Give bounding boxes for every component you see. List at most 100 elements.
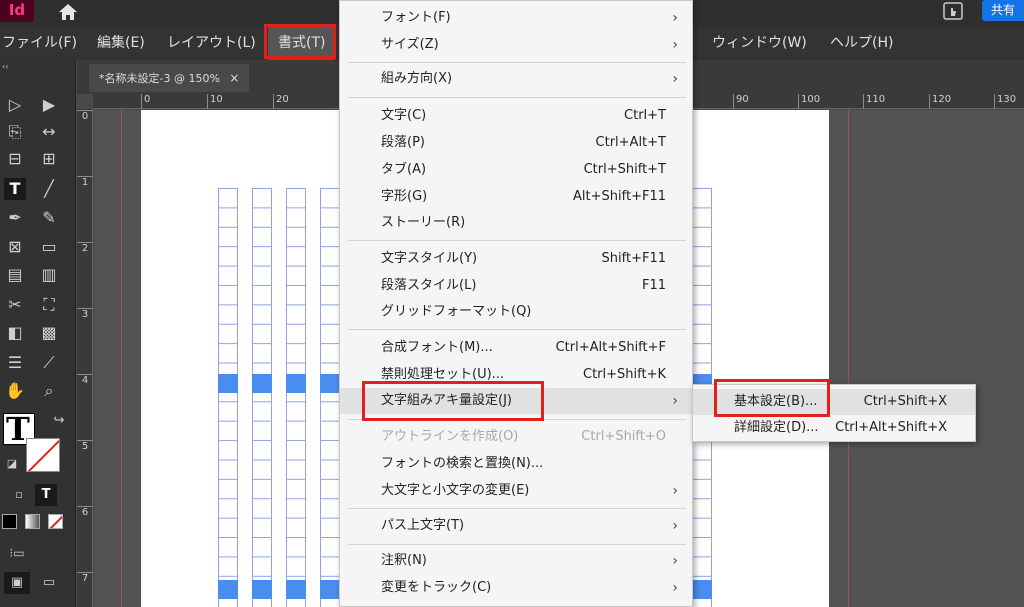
menu-window[interactable]: ウィンドウ(W): [712, 26, 807, 60]
gradient-feather-tool-icon[interactable]: ▩: [38, 322, 60, 344]
submenu-arrow-icon: ›: [672, 393, 678, 409]
format-menu-dropdown: フォント(F) › サイズ(Z) › 組み方向(X) › 文字(C) Ctrl+T 段落…: [339, 0, 693, 607]
submenu-arrow-icon: ›: [672, 580, 678, 596]
zoom-tool-icon[interactable]: ⌕: [38, 380, 60, 402]
menu-item-kinsoku-sets[interactable]: 禁則処理セット(U)... Ctrl+Shift+K: [340, 362, 692, 388]
vertical-grid-tool-icon[interactable]: ▥: [38, 264, 60, 286]
pen-tool-icon[interactable]: ✒: [4, 207, 26, 229]
ruler-label: 130: [994, 94, 1016, 109]
apply-color-icon[interactable]: [2, 514, 17, 529]
home-icon[interactable]: [58, 3, 78, 21]
selection-tool-icon[interactable]: ▷: [4, 94, 26, 116]
line-tool-icon[interactable]: ╱: [38, 178, 60, 200]
formatting-container-icon[interactable]: ▫: [8, 484, 30, 506]
menu-item-composite-fonts[interactable]: 合成フォント(M)... Ctrl+Alt+Shift+F: [340, 335, 692, 361]
submenu-arrow-icon: ›: [672, 37, 678, 53]
ruler-label: 100: [798, 94, 820, 109]
mojikumi-submenu: 基本設定(B)... Ctrl+Shift+X 詳細設定(D)... Ctrl+Al…: [692, 384, 976, 442]
menu-separator: [348, 419, 686, 420]
menu-item-character-styles[interactable]: 文字スタイル(Y) Shift+F11: [340, 246, 692, 272]
menu-item-mojikumi[interactable]: 文字組みアキ量設定(J) ›: [340, 388, 692, 414]
menu-item-story[interactable]: ストーリー(R): [340, 210, 692, 236]
grid-cell-filled: [286, 374, 306, 393]
collapse-panel-icon[interactable]: ‹‹: [2, 62, 8, 71]
normal-view-mode-icon[interactable]: ▣: [4, 572, 30, 594]
grid-column: [286, 188, 306, 607]
grid-column: [320, 188, 340, 607]
apply-none-icon[interactable]: [48, 514, 63, 529]
hand-tool-icon[interactable]: ✋: [4, 380, 26, 402]
menu-item-tabs[interactable]: タブ(A) Ctrl+Shift+T: [340, 157, 692, 183]
scissors-tool-icon[interactable]: ✂: [4, 294, 26, 316]
content-placer-icon[interactable]: ⊞: [38, 148, 60, 170]
gap-tool-icon[interactable]: ↔: [38, 121, 60, 143]
document-tab-title: *名称未設定-3 @ 150%: [99, 72, 220, 85]
ruler-label: 6: [77, 506, 93, 519]
horizontal-grid-tool-icon[interactable]: ▤: [4, 264, 26, 286]
grid-cell-filled: [218, 580, 238, 599]
menu-item-text-direction[interactable]: 組み方向(X) ›: [340, 66, 692, 92]
stroke-swatch[interactable]: [26, 438, 60, 472]
default-fill-stroke-icon[interactable]: ◪: [1, 453, 23, 475]
apply-gradient-icon[interactable]: [25, 514, 40, 529]
submenu-item-basic-settings[interactable]: 基本設定(B)... Ctrl+Shift+X: [693, 389, 975, 415]
note-tool-icon[interactable]: ☰: [4, 352, 26, 374]
ruler-label: 20: [273, 94, 289, 109]
vertical-ruler[interactable]: 0 1 2 3 4 5 6 7: [77, 109, 93, 607]
free-transform-tool-icon[interactable]: ⛶: [38, 294, 60, 316]
menu-item-change-case[interactable]: 大文字と小文字の変更(E) ›: [340, 478, 692, 504]
swap-fill-stroke-icon[interactable]: ↪: [48, 410, 70, 432]
menu-item-type-on-path[interactable]: パス上文字(T) ›: [340, 513, 692, 539]
content-collector-icon[interactable]: ⊟: [4, 148, 26, 170]
screen-mode-icon[interactable]: ⁝▭: [6, 542, 28, 564]
pencil-tool-icon[interactable]: ✎: [38, 207, 60, 229]
submenu-arrow-icon: ›: [672, 518, 678, 534]
formatting-text-icon[interactable]: T: [35, 484, 57, 506]
menu-help[interactable]: ヘルプ(H): [830, 26, 893, 60]
menu-layout[interactable]: レイアウト(L): [167, 26, 256, 60]
preview-mode-icon[interactable]: ▭: [38, 572, 60, 594]
ruler-label: 0: [77, 110, 93, 123]
menu-item-grid-format[interactable]: グリッドフォーマット(Q): [340, 299, 692, 325]
menu-item-track-changes[interactable]: 変更をトラック(C) ›: [340, 575, 692, 601]
ruler-label: 10: [207, 94, 223, 109]
eyedropper-tool-icon[interactable]: ⟋: [38, 352, 60, 374]
ruler-label: 4: [77, 374, 93, 387]
menu-separator: [348, 329, 686, 330]
menu-separator: [348, 97, 686, 98]
rectangle-tool-icon[interactable]: ▭: [38, 236, 60, 258]
menu-item-create-outlines: アウトラインを作成(O) Ctrl+Shift+O: [381, 429, 666, 444]
type-tool-icon[interactable]: T: [4, 178, 26, 200]
menu-edit[interactable]: 編集(E): [97, 26, 145, 60]
direct-selection-tool-icon[interactable]: ▶: [38, 94, 60, 116]
share-button[interactable]: 共有: [982, 0, 1024, 21]
menu-item-paragraph-styles[interactable]: 段落スタイル(L) F11: [340, 273, 692, 299]
ruler-label: 120: [929, 94, 951, 109]
submenu-arrow-icon: ›: [672, 483, 678, 499]
menu-item-find-font[interactable]: フォントの検索と置換(N)...: [340, 451, 692, 477]
menu-separator: [348, 62, 686, 63]
submenu-arrow-icon: ›: [672, 553, 678, 569]
grid-cell-filled: [286, 580, 306, 599]
grid-cell-filled: [320, 580, 340, 599]
grid-column: [252, 188, 272, 607]
menu-item-paragraph[interactable]: 段落(P) Ctrl+Alt+T: [340, 130, 692, 156]
gradient-swatch-tool-icon[interactable]: ◧: [4, 322, 26, 344]
menu-separator: [348, 240, 686, 241]
submenu-item-detailed-settings[interactable]: 詳細設定(D)... Ctrl+Alt+Shift+X: [693, 415, 975, 441]
grid-cell-filled: [692, 580, 712, 599]
menu-item-size[interactable]: サイズ(Z) ›: [340, 32, 692, 58]
rectangle-frame-tool-icon[interactable]: ⊠: [4, 236, 26, 258]
close-tab-icon[interactable]: ×: [229, 71, 239, 85]
menu-item-character[interactable]: 文字(C) Ctrl+T: [340, 103, 692, 129]
document-tab[interactable]: *名称未設定-3 @ 150% ×: [89, 64, 250, 92]
menu-format[interactable]: 書式(T): [268, 26, 336, 60]
grid-cell-filled: [252, 580, 272, 599]
menu-item-font[interactable]: フォント(F) ›: [340, 5, 692, 31]
page-tool-icon[interactable]: ⎘: [4, 121, 26, 143]
menu-item-notes[interactable]: 注釈(N) ›: [340, 548, 692, 574]
menu-item-glyphs[interactable]: 字形(G) Alt+Shift+F11: [340, 184, 692, 210]
menu-file[interactable]: ファイル(F): [2, 26, 77, 60]
touch-workspace-icon[interactable]: [942, 1, 964, 21]
ruler-label: 1: [77, 176, 93, 189]
